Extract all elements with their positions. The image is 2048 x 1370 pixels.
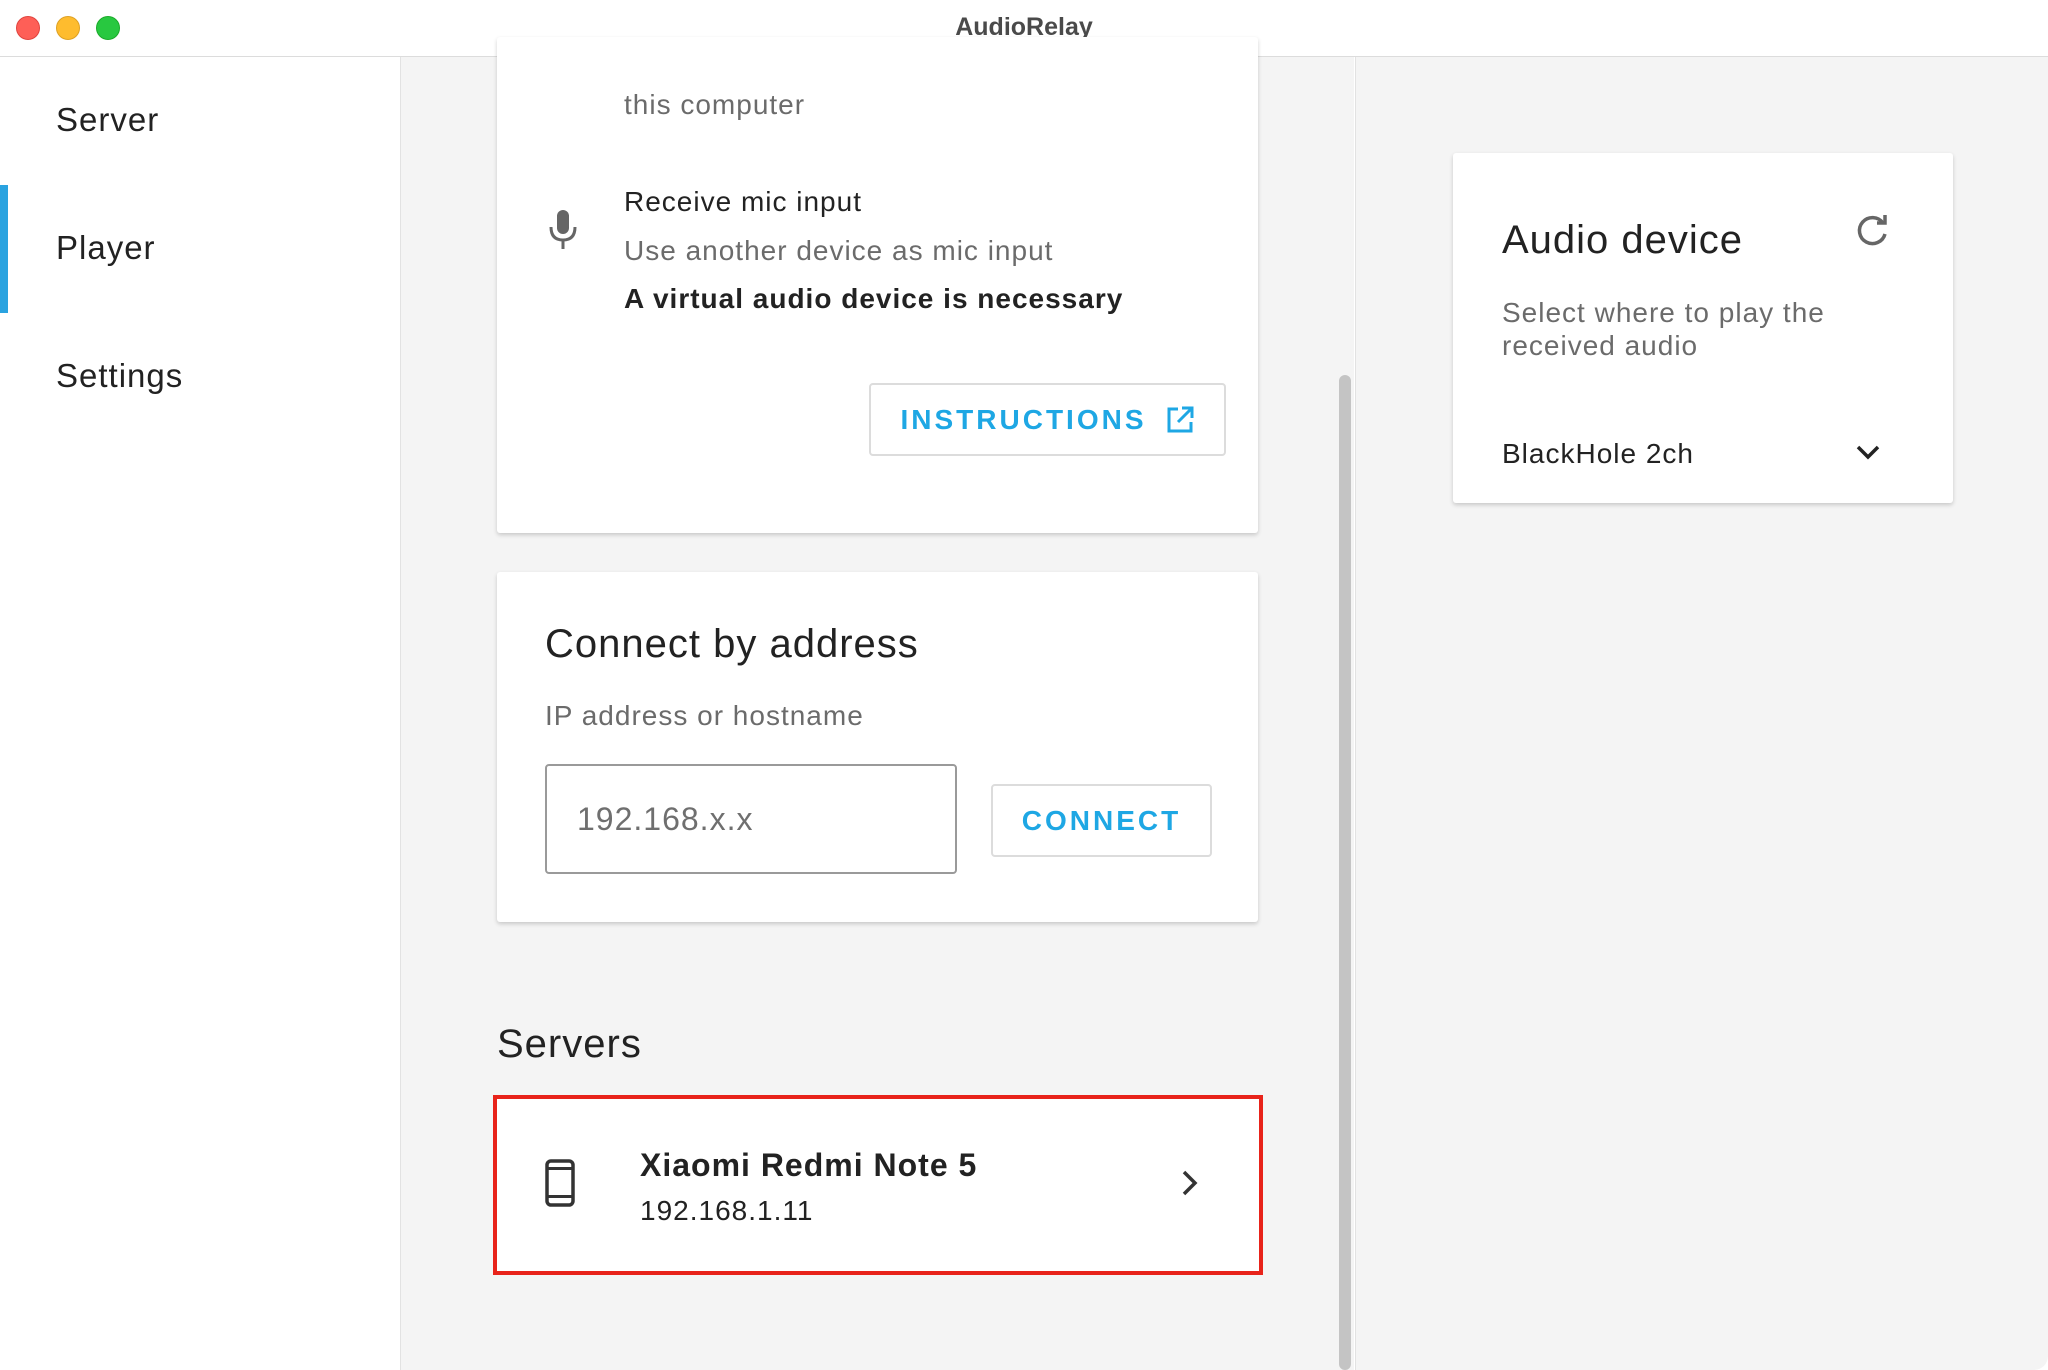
connect-by-address-card: Connect by address IP address or hostnam…: [497, 572, 1258, 922]
chevron-right-icon: [1178, 1168, 1202, 1203]
main-pane: this computer Receive mic input Use anot…: [401, 37, 1354, 1370]
sidebar-item-label: Server: [56, 101, 160, 138]
instructions-button-label: INSTRUCTIONS: [900, 403, 1147, 435]
audio-device-select-value[interactable]: BlackHole 2ch: [1502, 438, 1694, 470]
server-list-item[interactable]: Xiaomi Redmi Note 5 192.168.1.11: [493, 1095, 1263, 1275]
mic-input-card: this computer Receive mic input Use anot…: [497, 37, 1258, 533]
smartphone-icon: [545, 1159, 575, 1212]
servers-heading: Servers: [497, 1022, 642, 1066]
audio-device-card: Audio device Select where to play the re…: [1453, 153, 1953, 503]
audio-device-subtitle: Select where to play the received audio: [1502, 297, 1825, 361]
address-input[interactable]: [545, 764, 957, 874]
sidebar-item-label: Settings: [56, 357, 184, 394]
chevron-down-icon[interactable]: [1854, 438, 1882, 471]
main-scrollbar[interactable]: [1339, 375, 1351, 1370]
instructions-button[interactable]: INSTRUCTIONS: [869, 383, 1226, 456]
connect-card-title: Connect by address: [545, 622, 919, 666]
right-pane: Audio device Select where to play the re…: [1355, 57, 2048, 1370]
mic-input-subtitle: Use another device as mic input: [624, 235, 1054, 266]
sidebar-item-server[interactable]: Server: [0, 57, 400, 185]
card-top-text: this computer: [624, 89, 806, 120]
sidebar-item-label: Player: [56, 229, 156, 266]
address-field-label: IP address or hostname: [545, 700, 864, 731]
microphone-icon: [546, 210, 580, 255]
connect-button-label: CONNECT: [1021, 804, 1182, 836]
sidebar: Server Player Settings: [0, 57, 401, 1370]
refresh-icon[interactable]: [1853, 212, 1891, 255]
external-link-icon: [1165, 405, 1195, 435]
mic-input-heading: Receive mic input: [624, 186, 862, 217]
app-window: AudioRelay Server Player Settings this c…: [0, 0, 2048, 1370]
sidebar-item-player[interactable]: Player: [0, 185, 400, 313]
server-ip: 192.168.1.11: [640, 1195, 814, 1226]
sidebar-item-settings[interactable]: Settings: [0, 313, 400, 441]
audio-device-title: Audio device: [1502, 218, 1744, 262]
server-name: Xiaomi Redmi Note 5: [640, 1147, 978, 1183]
mic-input-note: A virtual audio device is necessary: [624, 283, 1124, 314]
connect-button[interactable]: CONNECT: [991, 784, 1212, 857]
